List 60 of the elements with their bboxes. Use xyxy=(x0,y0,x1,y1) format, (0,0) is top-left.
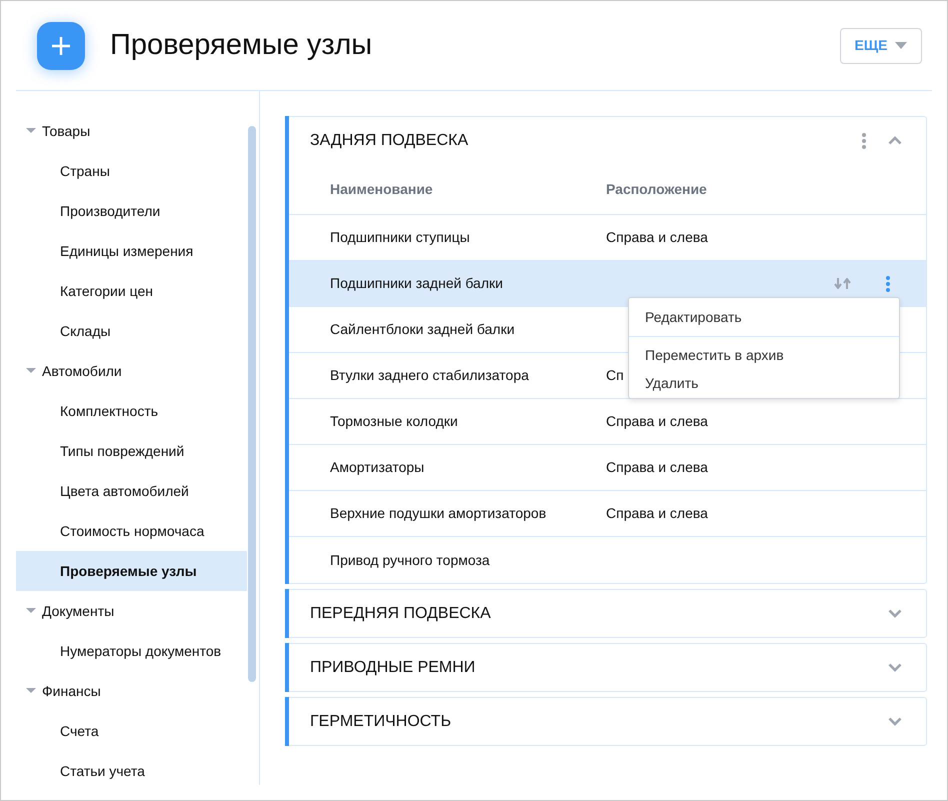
more-icon[interactable] xyxy=(862,132,866,148)
sidebar-item[interactable]: Нумераторы документов xyxy=(16,631,247,671)
sidebar-item[interactable]: Счета xyxy=(16,711,247,751)
table-row[interactable]: Подшипники задней балки xyxy=(286,261,926,307)
section-header[interactable]: ГЕРМЕТИЧНОСТЬ xyxy=(286,698,926,745)
sidebar-item[interactable]: Склады xyxy=(16,311,247,351)
table-cell-text: Подшипники задней балки xyxy=(330,274,504,293)
sort-icon[interactable] xyxy=(834,278,852,289)
sidebar-item[interactable]: Производители xyxy=(16,191,247,231)
table-cell-text: Справа и слева xyxy=(606,458,708,477)
accent-bar xyxy=(285,589,289,638)
page-title: Проверяемые узлы xyxy=(110,28,372,63)
caret-icon[interactable] xyxy=(26,128,36,134)
sidebar-item[interactable]: Статьи учета xyxy=(16,751,247,785)
section-header[interactable]: ЗАДНЯЯ ПОДВЕСКА xyxy=(286,117,926,164)
caret-icon[interactable] xyxy=(26,688,36,694)
menu-item[interactable]: Удалить xyxy=(629,369,899,397)
sidebar-item[interactable]: Документы xyxy=(16,591,247,631)
caret-icon[interactable] xyxy=(26,608,36,614)
table-cell-text: Тормозные колодки xyxy=(330,412,459,431)
caret-icon xyxy=(895,42,908,49)
table-cell-text: Справа и слева xyxy=(606,412,708,431)
more-icon[interactable] xyxy=(886,276,890,292)
table-cell-text: Справа и слева xyxy=(606,228,708,247)
table-cell-text: Сайлентблоки задней балки xyxy=(330,320,516,339)
sidebar-item[interactable]: Типы повреждений xyxy=(16,431,247,471)
sidebar-item[interactable]: Страны xyxy=(16,151,247,191)
plus-icon xyxy=(51,36,71,56)
sidebar-item[interactable]: Цвета автомобилей xyxy=(16,471,247,511)
sidebar-item[interactable]: Категории цен xyxy=(16,271,247,311)
table-row[interactable]: Верхние подушки амортизаторов Справа и слева xyxy=(286,491,926,537)
add-button[interactable] xyxy=(37,22,85,70)
chevron-down-icon[interactable] xyxy=(888,609,902,618)
sidebar-item[interactable]: Проверяемые узлы xyxy=(16,551,247,591)
sidebar-item[interactable]: Финансы xyxy=(16,671,247,711)
section-header[interactable]: ПРИВОДНЫЕ РЕМНИ xyxy=(286,644,926,691)
caret-icon[interactable] xyxy=(26,368,36,374)
column-header: Расположение xyxy=(606,180,707,198)
accent-bar xyxy=(285,697,289,746)
chevron-down-icon[interactable] xyxy=(888,663,902,672)
table-cell-text: Втулки заднего стабилизатора xyxy=(330,366,530,385)
sidebar-item[interactable]: Стоимость нормочаса xyxy=(16,511,247,551)
table-row[interactable]: Амортизаторы Справа и слева xyxy=(286,445,926,491)
sidebar-item[interactable]: Автомобили xyxy=(16,351,247,391)
table-cell-text: Амортизаторы xyxy=(330,458,426,477)
table-cell-text: Привод ручного тормоза xyxy=(330,550,491,570)
sidebar-item[interactable]: Единицы измерения xyxy=(16,231,247,271)
accent-bar xyxy=(285,643,289,692)
chevron-up-icon[interactable] xyxy=(888,136,902,145)
column-header: Наименование xyxy=(330,180,434,198)
table-cell-text: Справа и слева xyxy=(606,504,708,523)
table-cell-text: Верхние подушки амортизаторов xyxy=(330,504,548,523)
scrollbar[interactable] xyxy=(248,126,256,682)
table-row[interactable]: Привод ручного тормоза xyxy=(286,537,926,583)
table-cell-text: Сп xyxy=(606,366,624,385)
sidebar-item[interactable]: Комплектность xyxy=(16,391,247,431)
table-cell-text: Подшипники ступицы xyxy=(330,228,471,247)
chevron-down-icon[interactable] xyxy=(888,717,902,726)
sidebar-item[interactable]: Товары xyxy=(16,111,247,151)
section-header[interactable]: ПЕРЕДНЯЯ ПОДВЕСКА xyxy=(286,590,926,637)
